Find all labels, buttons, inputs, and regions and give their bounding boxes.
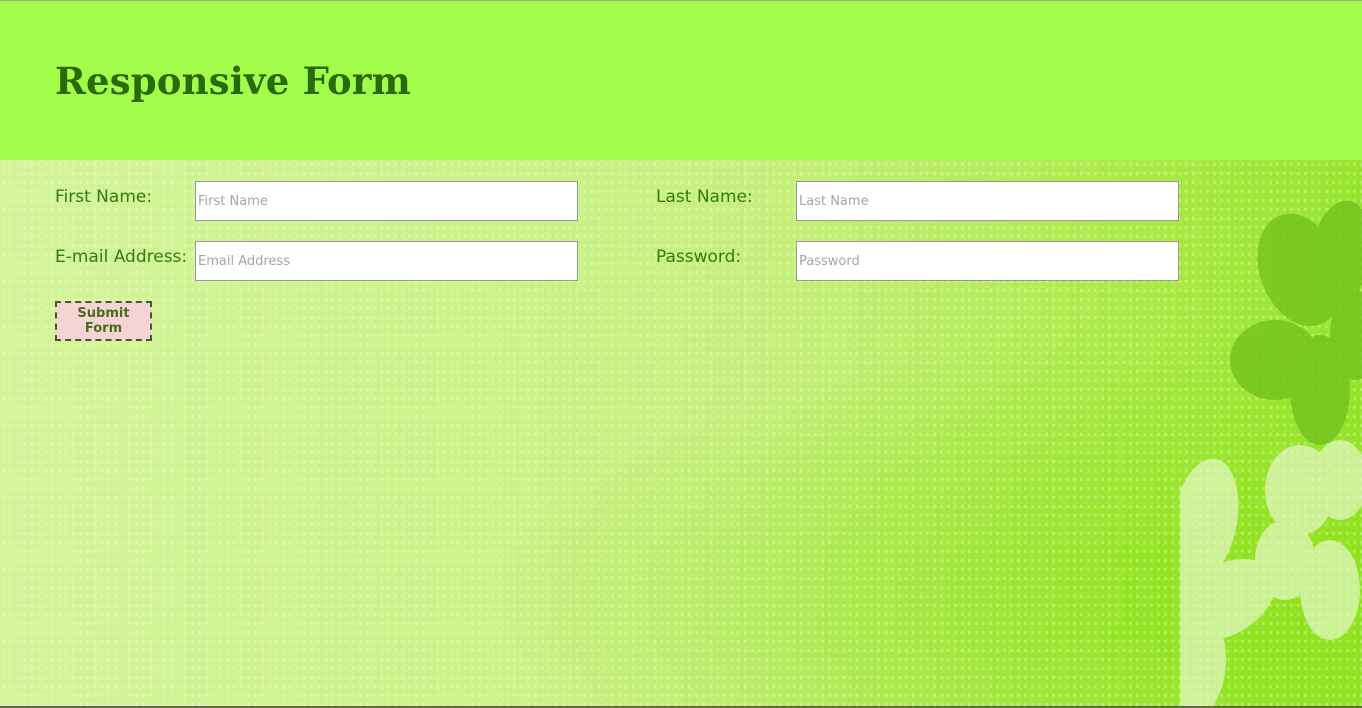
email-input[interactable]: [195, 241, 578, 281]
last-name-input[interactable]: [796, 181, 1179, 221]
page-title: Responsive Form: [55, 59, 411, 103]
password-input[interactable]: [796, 241, 1179, 281]
first-name-label: First Name:: [55, 187, 153, 207]
submit-button[interactable]: Submit Form: [55, 301, 152, 341]
last-name-label: Last Name:: [656, 187, 753, 207]
flower-decoration-icon: [1180, 200, 1362, 708]
first-name-input[interactable]: [195, 181, 578, 221]
password-label: Password:: [656, 247, 742, 267]
email-label: E-mail Address:: [55, 247, 188, 267]
page-header: Responsive Form: [0, 0, 1362, 160]
